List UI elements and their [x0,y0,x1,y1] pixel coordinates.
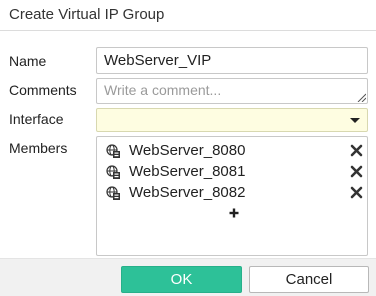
virtual-ip-icon [106,165,120,179]
remove-member-icon[interactable] [350,165,363,178]
member-item: WebServer_8082 [106,183,366,203]
interface-select[interactable] [96,108,368,132]
cancel-button[interactable]: Cancel [249,266,369,293]
member-item: WebServer_8081 [106,162,366,182]
virtual-ip-icon [106,186,120,200]
name-input[interactable] [96,47,368,74]
members-list: WebServer_8080 WebServer_8081 WebServer_… [96,136,368,256]
member-label: WebServer_8081 [129,163,246,180]
comments-textarea[interactable] [97,79,367,103]
name-label: Name [9,53,47,69]
remove-member-icon[interactable] [350,186,363,199]
caret-down-icon [350,118,360,123]
interface-label: Interface [9,111,64,127]
dialog-footer: OK Cancel [0,258,376,296]
comments-field[interactable] [96,78,368,104]
remove-member-icon[interactable] [350,144,363,157]
resize-grip-icon[interactable] [357,93,366,102]
dialog-title: Create Virtual IP Group [0,0,376,31]
member-label: WebServer_8080 [129,142,246,159]
plus-icon[interactable] [227,206,241,220]
member-label: WebServer_8082 [129,184,246,201]
ok-button[interactable]: OK [121,266,242,293]
members-label: Members [9,140,68,156]
vip-group-form: Name Comments Interface Members WebServe… [0,31,376,258]
virtual-ip-icon [106,144,120,158]
comments-label: Comments [9,82,77,98]
member-item: WebServer_8080 [106,141,366,161]
